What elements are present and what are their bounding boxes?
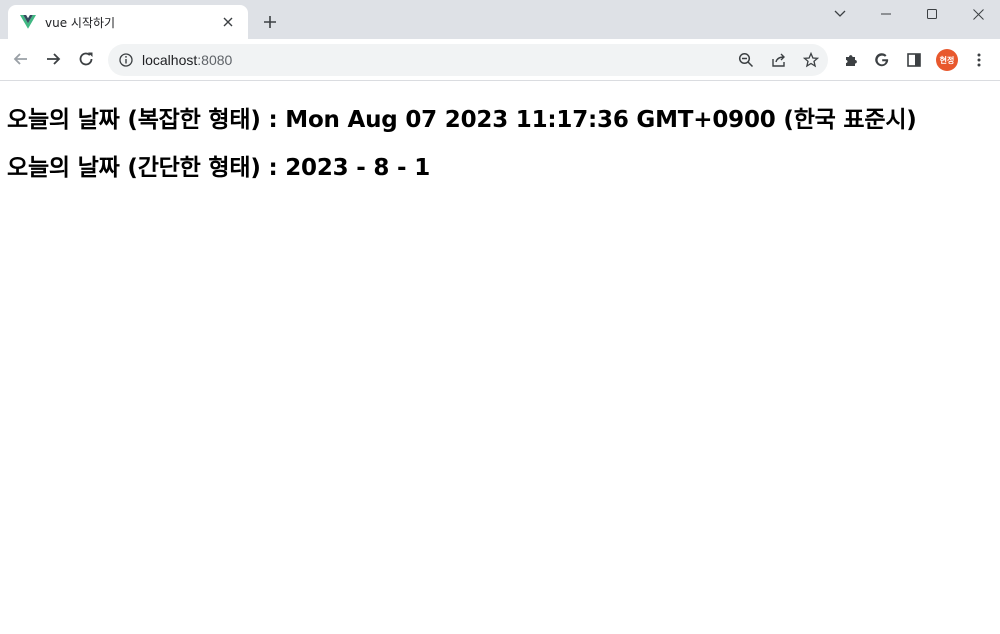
close-window-icon[interactable] (955, 0, 1000, 28)
close-icon[interactable] (218, 12, 238, 32)
tab-search-icon[interactable] (817, 0, 863, 28)
kebab-menu-icon[interactable] (967, 48, 991, 72)
puzzle-icon[interactable] (839, 48, 863, 72)
info-icon[interactable] (118, 52, 134, 68)
side-panel-icon[interactable] (902, 48, 926, 72)
browser-tab[interactable]: vue 시작하기 (8, 5, 248, 39)
avatar-text: 현정 (936, 49, 958, 71)
address-bar[interactable]: localhost:8080 (108, 44, 828, 76)
complex-date-heading: 오늘의 날짜 (복잡한 형태) : Mon Aug 07 2023 11:17:… (7, 107, 917, 133)
browser-toolbar: localhost:8080 현정 (0, 39, 1000, 81)
page-content: 오늘의 날짜 (복잡한 형태) : Mon Aug 07 2023 11:17:… (0, 82, 1000, 634)
arrow-right-icon[interactable] (38, 44, 68, 74)
tab-strip: vue 시작하기 (0, 0, 1000, 39)
reload-icon[interactable] (71, 44, 101, 74)
url-port: :8080 (197, 52, 233, 68)
avatar[interactable]: 현정 (935, 48, 959, 72)
tab-title: vue 시작하기 (45, 15, 116, 30)
star-icon[interactable] (799, 48, 823, 72)
simple-date-heading: 오늘의 날짜 (간단한 형태) : 2023 - 8 - 1 (7, 155, 430, 181)
maximize-icon[interactable] (909, 0, 955, 28)
share-icon[interactable] (767, 48, 791, 72)
vue-logo-icon (20, 14, 36, 30)
plus-icon[interactable] (257, 9, 283, 35)
minimize-icon[interactable] (863, 0, 909, 28)
google-icon[interactable] (870, 48, 894, 72)
zoom-out-icon[interactable] (734, 48, 758, 72)
url-host: localhost (142, 52, 198, 68)
arrow-left-icon[interactable] (6, 44, 36, 74)
url-text[interactable]: localhost:8080 (142, 44, 232, 76)
